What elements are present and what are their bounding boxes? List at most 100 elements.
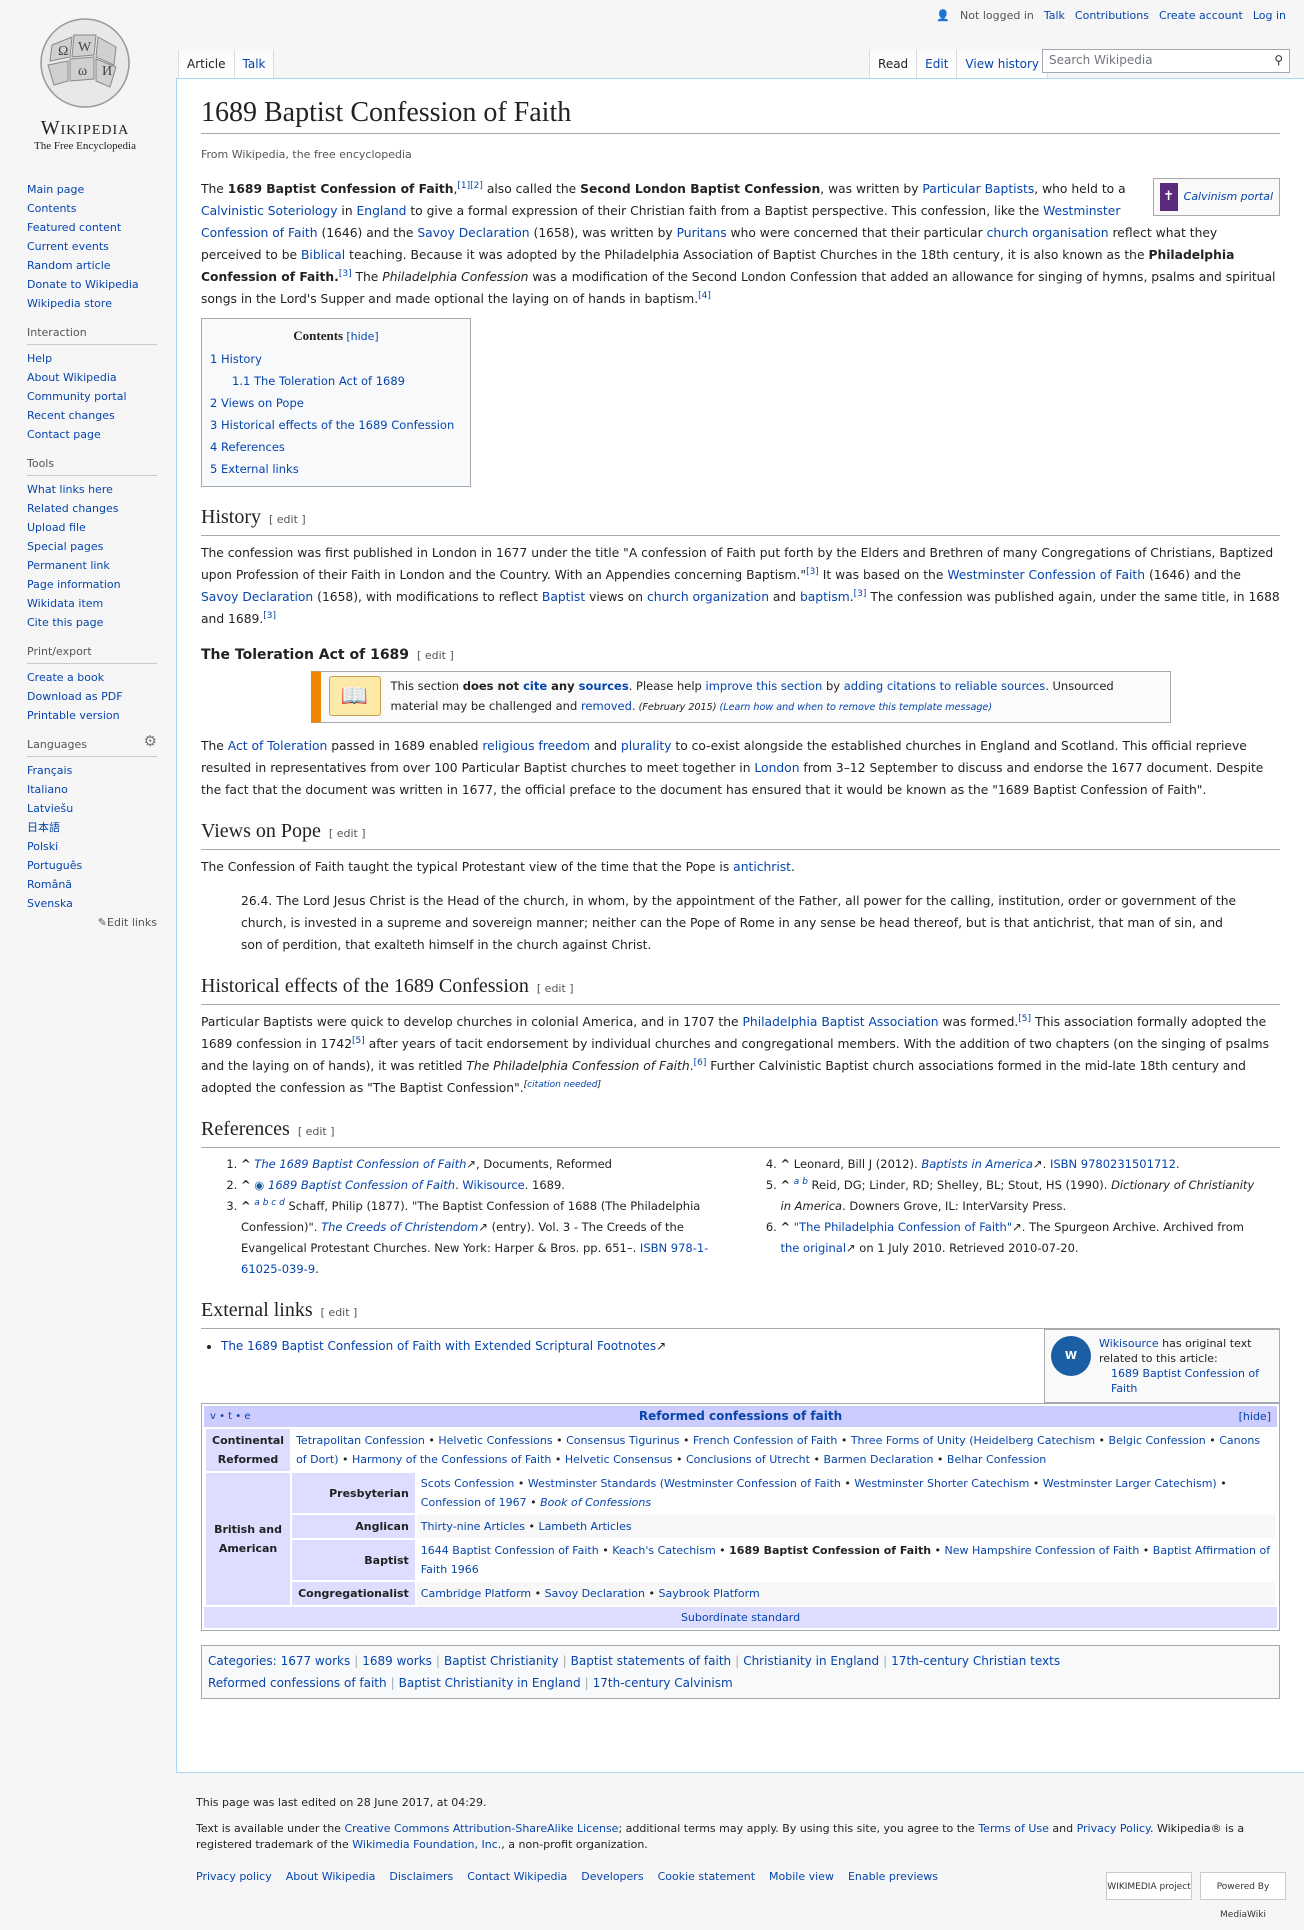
sidebar-item-help[interactable]: Help (27, 352, 52, 365)
link-england[interactable]: England (357, 204, 407, 218)
gear-icon[interactable]: ⚙ (144, 732, 157, 751)
category-link[interactable]: 1677 works (281, 1654, 351, 1668)
lang-latvian[interactable]: Latviešu (27, 802, 73, 815)
footer-about[interactable]: About Wikipedia (286, 1869, 376, 1885)
category-link[interactable]: Baptist statements of faith (571, 1654, 731, 1668)
lang-polish[interactable]: Polski (27, 840, 58, 853)
footer-cookie[interactable]: Cookie statement (658, 1869, 755, 1885)
sidebar-item-store[interactable]: Wikipedia store (27, 297, 112, 310)
sidebar-item-contact[interactable]: Contact page (27, 428, 101, 441)
toc-item-5[interactable]: 5 External links (210, 458, 462, 480)
search-input[interactable]: Search Wikipedia ⚲ (1042, 49, 1290, 73)
link-westminster[interactable]: Westminster Confession of Faith (201, 204, 1120, 240)
category-link[interactable]: 17th-century Christian texts (891, 1654, 1060, 1668)
category-link[interactable]: Baptist Christianity (444, 1654, 559, 1668)
category-link[interactable]: 17th-century Calvinism (593, 1676, 733, 1690)
link-antichrist[interactable]: antichrist (733, 860, 791, 874)
edit-section-history[interactable]: [ edit ] (269, 513, 306, 526)
footer-contact[interactable]: Contact Wikipedia (467, 1869, 567, 1885)
sidebar-item-random[interactable]: Random article (27, 259, 111, 272)
link-removed[interactable]: removed. (581, 699, 636, 713)
categories-label[interactable]: Categories: (208, 1654, 277, 1668)
tab-talk[interactable]: Talk (233, 50, 275, 78)
toc-item-1-1[interactable]: 1.1 The Toleration Act of 1689 (210, 370, 462, 392)
link-learn-remove[interactable]: (Learn how and when to remove this templ… (720, 702, 993, 713)
lang-french[interactable]: Français (27, 764, 72, 777)
lang-japanese[interactable]: 日本語 (27, 821, 60, 834)
wikisource-article-link[interactable]: 1689 Baptist Confession of Faith (1111, 1367, 1259, 1395)
sidebar-item-main-page[interactable]: Main page (27, 183, 84, 196)
sidebar-item-contents[interactable]: Contents (27, 202, 76, 215)
edit-section-effects[interactable]: [ edit ] (537, 982, 574, 995)
sidebar-item-community[interactable]: Community portal (27, 390, 127, 403)
wikipedia-logo[interactable]: Ω W И ω Wikipedia The Free Encyclopedia (22, 15, 148, 157)
sidebar-item-featured[interactable]: Featured content (27, 221, 121, 234)
wikisource-link[interactable]: Wikisource (1099, 1337, 1159, 1350)
sidebar-item-page-info[interactable]: Page information (27, 578, 121, 591)
login-link[interactable]: Log in (1253, 9, 1286, 22)
wikimedia-project-icon[interactable]: WIKIMEDIA project (1106, 1872, 1192, 1900)
category-link[interactable]: Baptist Christianity in England (399, 1676, 581, 1690)
toc-hide-toggle[interactable]: [hide] (346, 330, 378, 343)
navbox-hide-toggle[interactable]: [hide] (1239, 1407, 1271, 1426)
footer-disclaimers[interactable]: Disclaimers (389, 1869, 453, 1885)
external-link-footnotes[interactable]: The 1689 Baptist Confession of Faith wit… (221, 1339, 656, 1353)
create-account-link[interactable]: Create account (1159, 9, 1243, 22)
navbox-vte-links[interactable]: v • t • e (210, 1407, 251, 1426)
sidebar-item-printable[interactable]: Printable version (27, 709, 120, 722)
tab-read[interactable]: Read (869, 50, 917, 78)
sidebar-item-download-pdf[interactable]: Download as PDF (27, 690, 123, 703)
contributions-link[interactable]: Contributions (1075, 9, 1149, 22)
privacy-link[interactable]: Privacy Policy (1077, 1822, 1150, 1835)
tab-edit[interactable]: Edit (916, 50, 957, 78)
calvinism-portal-link[interactable]: Calvinism portal (1184, 186, 1273, 208)
footer-developers[interactable]: Developers (581, 1869, 643, 1885)
link-sources[interactable]: sources (579, 679, 629, 693)
edit-links[interactable]: ✎Edit links (27, 913, 157, 932)
link-cite[interactable]: cite (523, 679, 547, 693)
terms-link[interactable]: Terms of Use (978, 1822, 1049, 1835)
subordinate-standard-link[interactable]: Subordinate standard (681, 1611, 800, 1624)
sidebar-item-cite[interactable]: Cite this page (27, 616, 103, 629)
lang-romanian[interactable]: Română (27, 878, 72, 891)
mediawiki-powered-icon[interactable]: Powered By MediaWiki (1200, 1872, 1286, 1920)
edit-section-views[interactable]: [ edit ] (329, 827, 366, 840)
tab-view-history[interactable]: View history (956, 50, 1048, 78)
search-icon[interactable]: ⚲ (1274, 53, 1283, 67)
sidebar-item-related-changes[interactable]: Related changes (27, 502, 119, 515)
toc-item-3[interactable]: 3 Historical effects of the 1689 Confess… (210, 414, 462, 436)
edit-section-references[interactable]: [ edit ] (298, 1125, 335, 1138)
toc-item-2[interactable]: 2 Views on Pope (210, 392, 462, 414)
toc-item-1[interactable]: 1 History (210, 348, 462, 370)
category-link[interactable]: 1689 works (362, 1654, 432, 1668)
personal-talk-link[interactable]: Talk (1044, 9, 1065, 22)
category-link[interactable]: Reformed confessions of faith (208, 1676, 387, 1690)
link-improve-section[interactable]: improve this section (706, 679, 823, 693)
footer-enable-previews[interactable]: Enable previews (848, 1869, 938, 1885)
calvinism-portal-box[interactable]: ✝ Calvinism portal (1152, 178, 1280, 216)
tab-article[interactable]: Article (178, 50, 234, 78)
lang-swedish[interactable]: Svenska (27, 897, 73, 910)
category-link[interactable]: Christianity in England (743, 1654, 879, 1668)
toc-item-4[interactable]: 4 References (210, 436, 462, 458)
sidebar-item-what-links-here[interactable]: What links here (27, 483, 113, 496)
sidebar-item-about[interactable]: About Wikipedia (27, 371, 117, 384)
sidebar-item-donate[interactable]: Donate to Wikipedia (27, 278, 139, 291)
license-link[interactable]: Creative Commons Attribution-ShareAlike … (344, 1822, 618, 1835)
sidebar-item-permanent-link[interactable]: Permanent link (27, 559, 110, 572)
edit-section-toleration[interactable]: [ edit ] (417, 649, 454, 662)
link-savoy[interactable]: Savoy Declaration (417, 226, 529, 240)
sidebar-item-special-pages[interactable]: Special pages (27, 540, 103, 553)
link-calvinistic-soteriology[interactable]: Calvinistic Soteriology (201, 204, 338, 218)
sidebar-item-upload[interactable]: Upload file (27, 521, 86, 534)
link-particular-baptists[interactable]: Particular Baptists (922, 182, 1034, 196)
footer-mobile-view[interactable]: Mobile view (769, 1869, 834, 1885)
lang-italian[interactable]: Italiano (27, 783, 68, 796)
link-puritans[interactable]: Puritans (677, 226, 727, 240)
wmf-link[interactable]: Wikimedia Foundation, Inc. (352, 1838, 501, 1851)
link-adding-citations[interactable]: adding citations to reliable sources (844, 679, 1045, 693)
link-church-organisation[interactable]: church organisation (987, 226, 1109, 240)
sidebar-item-current-events[interactable]: Current events (27, 240, 109, 253)
sidebar-item-wikidata[interactable]: Wikidata item (27, 597, 103, 610)
edit-section-external[interactable]: [ edit ] (321, 1306, 358, 1319)
